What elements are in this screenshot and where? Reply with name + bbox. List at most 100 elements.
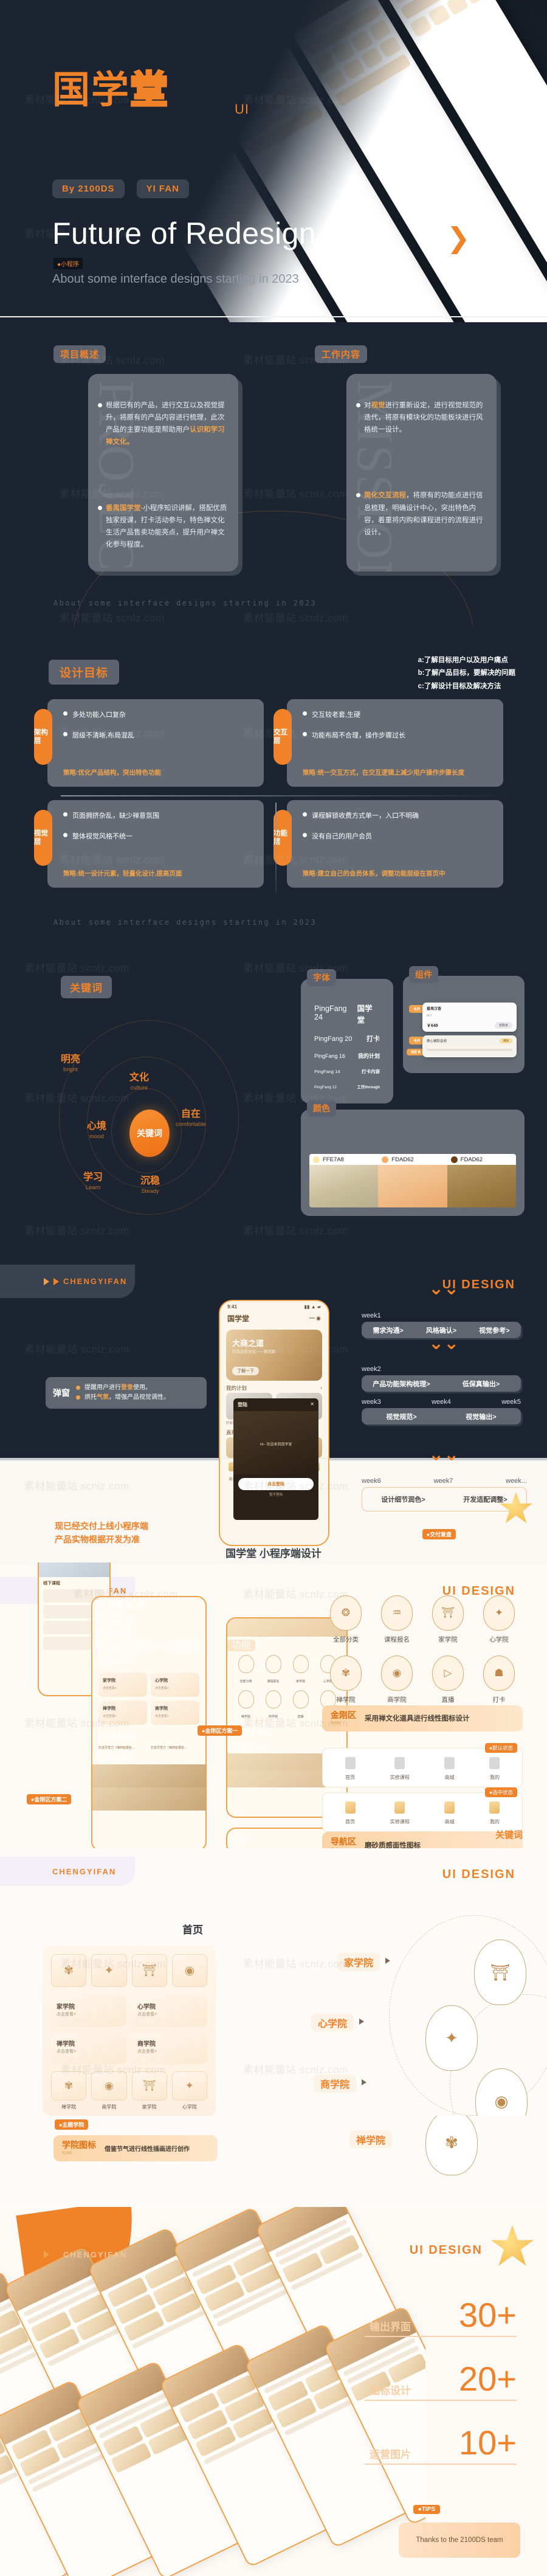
timeline-bar: 产品功能架构梳理> 低保真输出> [362,1375,521,1392]
state-default-badge: ●默认状态 [484,1743,517,1753]
academy-tile[interactable]: 商学院 点击查看> [151,1701,199,1725]
triangle-icon [44,1277,49,1285]
phone-header-actions[interactable]: ⋯ ◉ [309,1315,321,1322]
hero-credit-tags: By 2100DS YI FAN [52,179,189,198]
theme-academy-tag: ●主题学院 [55,2119,89,2130]
academy-tile[interactable]: 心学院 点击查看> [132,1995,207,2027]
login-skip[interactable]: 暂不登陆 [233,1492,318,1497]
academy-tile[interactable]: 家学院 点击查看> [51,1995,126,2027]
color-swatch: FDAD62 [447,1154,516,1207]
academy-note-bar: 学院图标 Icon 借鉴节气进行线性插画进行创作 [53,2135,218,2161]
goal-strategy: 策略:统一交互方式，在交互逻辑上减少用户操作步骤长度 [303,769,464,776]
goal-item: 整体视觉风格不统一 [63,831,255,841]
timeline-item: 视觉输出> [466,1413,497,1421]
home-academy-icon: ⛩ [432,1595,464,1631]
live-icon: ▷ [432,1656,464,1691]
component-panel: 组件 卡片 番禺汉香 简介 ￥648 去购买 卡片 进度 条 静心辅助音频 播放 [403,966,525,1073]
chevron-right-icon[interactable]: › [320,1384,322,1392]
hero-banner-button[interactable]: 了解一下 [232,1367,259,1375]
audio-bar-button[interactable]: 播放 [500,1038,512,1043]
academy-tile[interactable]: 禅学院 点击查看> [98,1701,147,1725]
watermark: 素材能量站 scnlz.com [243,1958,348,1970]
deliver-line: 现已经交付上线小程序端 [55,1521,148,1531]
login-button[interactable]: 点击登陆 [238,1478,314,1490]
academy-icon[interactable]: ◉ [171,1954,207,1987]
goals-title-wrap: 设计目标 [49,660,120,685]
academy-icon[interactable]: ◉ [91,2071,127,2101]
keyword-learn: 学习 Learn [83,1169,103,1191]
font-row: PingFang 14 打卡内容 [301,1068,393,1075]
state-active-badge: ●选中状态 [484,1787,517,1797]
goal-layer-tab: 交互层 [274,709,292,765]
hero-section: 国学堂 UI By 2100DS YI FAN Future of Redesi… [0,0,547,322]
chevron-right-icon[interactable]: › [266,1728,269,1738]
keyword-cn: 心境 [87,1121,107,1131]
timeline-item: 需求沟通> [373,1327,404,1335]
chevron-double-down-icon: ⌄⌄ [428,1445,459,1465]
chevron-right-icon: ❯ [447,222,470,254]
tab-mine-active: 我的 [489,1801,500,1826]
close-icon[interactable]: ✕ [310,1401,314,1408]
academy-section: CHENGYIFAN UI DESIGN 首页 ✾ ✦ ⛩ ◉ 家学院 点击查看>… [0,1848,547,2116]
goal-item: 多处功能入口复杂 [63,710,255,719]
watermark: 素材能量站 scnlz.com [24,1344,129,1355]
color-swatch-strip: FFE7A8 FDAD62 FDAD62 [309,1154,516,1207]
academy-label-mind: 心学院 [311,2014,365,2032]
keyword-mood: 心境 mood [87,1117,106,1140]
academy-icon[interactable]: ✾ [51,1954,87,1987]
swatch-label: FDAD62 [460,1156,483,1163]
brand-tag: CHENGYIFAN [0,1265,135,1298]
timeline-week67: week6 week7 week... 设计细节润色> 开发适配调整> [362,1477,527,1511]
tab-label: 商城 [444,1775,455,1780]
triangle-icon [53,1277,59,1285]
tab-label: 我的 [489,1819,500,1825]
academy-icon[interactable]: ✦ [171,2071,207,2101]
phone-hero-banner[interactable]: 大商之道 打造企业文化——解百解 了解一下 [92,1624,205,1668]
timeline-item: 设计细节润色> [381,1496,425,1504]
phone-header-actions[interactable]: ⋯ ◉ [122,1616,133,1622]
academy-icon[interactable]: ⛩ [131,2071,167,2101]
product-card-title: 番禺汉香 [427,1007,442,1011]
brand-logo: 国学堂 [52,71,169,111]
hero-banner-button[interactable]: 了解一下 [92,1653,205,1668]
goals-footer-note: About some interface designs starting in… [53,918,317,927]
academy-tile[interactable]: 家学院 点击查看> [98,1673,147,1697]
academy-icon[interactable]: ✦ [91,1954,127,1987]
academy-icon[interactable]: ✾ [51,2071,87,2101]
chevron-right-icon[interactable]: › [255,1640,258,1651]
bullet-highlight: 番禺国学堂- [106,504,143,512]
font-row: PingFang 24 国学堂 [301,1002,393,1025]
timeline-bar: 视觉规范> 视觉输出> [362,1408,521,1424]
academy-tile[interactable]: 禅学院 点击查看> [51,2032,126,2064]
stat-block-screens: 输出界面 30+ [365,2298,517,2337]
academy-app-card: ✾ ✦ ⛩ ◉ 家学院 点击查看> 心学院 点击查看> 禅学院 点击查看> 商学院 点击… [43,1946,216,2116]
icon-all-categories: ❂ 全部分类 [322,1595,370,1645]
chevron-right-icon[interactable]: › [131,1733,134,1744]
audio-progress-track[interactable] [427,1049,512,1051]
tab-label: 首页 [227,1835,247,1846]
logo-ui-suffix: UI [235,102,249,117]
academy-icon[interactable]: ⛩ [131,1954,167,1987]
goal-strategy: 策略:统一设计元素，轻量化设计,提高页面 [63,870,182,877]
tile-action: 点击查看> [137,2049,157,2054]
login-welcome: Hi~ 欢迎来到国学堂 [260,1443,292,1447]
section-live-label: 直播入口 [227,1742,267,1753]
keywords-section: 关键词 关键词 明亮 bright 文化 culture 自在 comforta… [0,948,547,1265]
credit-tag-author: By 2100DS [52,179,125,198]
live-card[interactable] [92,1764,205,1787]
live-card[interactable] [92,1787,205,1811]
overview-bullet: 根据已有的产品，进行交互以及视觉提升，将原有的产品内容进行梳理，此次产品的主要功… [98,399,229,449]
color-panel-title: 颜色 [307,1100,336,1117]
phone-app-title: 国学堂 [92,1613,122,1623]
academy-tile[interactable]: 心学院 点击查看> [151,1673,199,1697]
academy-tile[interactable]: 商学院 点击查看> [132,2032,207,2064]
stat-block-images: 运营图片 10+ [365,2426,517,2465]
keyword-en: Learn [85,1184,101,1191]
phone-hero-banner[interactable]: 大商之道 打造企业文化——解百解 了解一下 [226,1330,322,1381]
icon-label: 商学院 [268,1715,278,1719]
icon-label: 家学院 [438,1636,458,1643]
academy-icon-label: 禅学院 [61,2104,77,2110]
keyword-comfortable: 自在 comfortable [176,1105,206,1128]
product-buy-button[interactable]: 去购买 [494,1022,512,1029]
brand-tag: CHENGYIFAN [0,2242,135,2267]
